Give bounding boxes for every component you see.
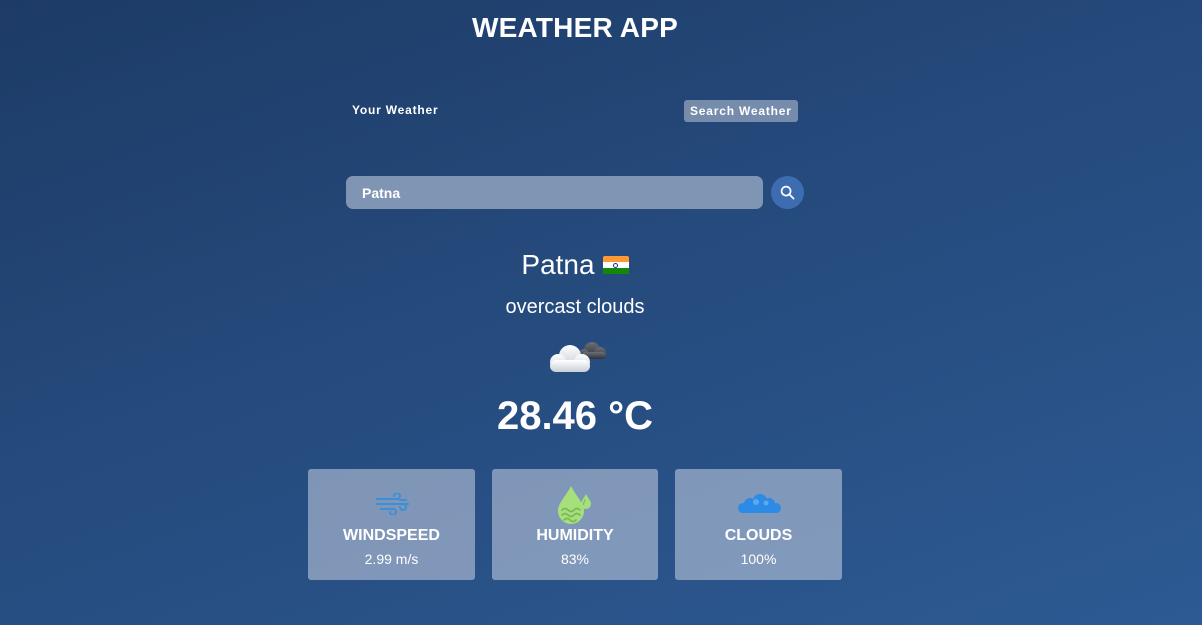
- location-row: Patna: [0, 249, 1150, 281]
- search-icon: [780, 185, 795, 200]
- tab-your-weather[interactable]: Your Weather: [352, 103, 439, 117]
- weather-description: overcast clouds: [505, 296, 645, 318]
- stat-label: HUMIDITY: [536, 527, 614, 544]
- stat-card-windspeed: WINDSPEED 2.99 m/s: [308, 469, 475, 580]
- temperature: 28.46 °C: [496, 394, 654, 438]
- city-name: Patna: [521, 249, 595, 280]
- tab-search-weather[interactable]: Search Weather: [684, 100, 798, 122]
- app-title: WEATHER APP: [472, 12, 678, 43]
- wind-icon: [375, 493, 409, 515]
- clouds-icon: [737, 494, 781, 513]
- stat-value: 2.99 m/s: [364, 551, 419, 567]
- stat-value: 83%: [560, 551, 590, 567]
- india-flag-icon: [602, 255, 629, 275]
- stat-card-clouds: CLOUDS 100%: [675, 469, 842, 580]
- stat-label: CLOUDS: [724, 527, 793, 544]
- stat-value: 100%: [740, 551, 777, 567]
- humidity-icon: [558, 486, 591, 524]
- stat-label: WINDSPEED: [343, 527, 440, 544]
- search-input[interactable]: [346, 176, 763, 209]
- search-button[interactable]: [771, 176, 804, 209]
- overcast-clouds-icon: [550, 342, 606, 372]
- stat-card-humidity: HUMIDITY 83%: [492, 469, 658, 580]
